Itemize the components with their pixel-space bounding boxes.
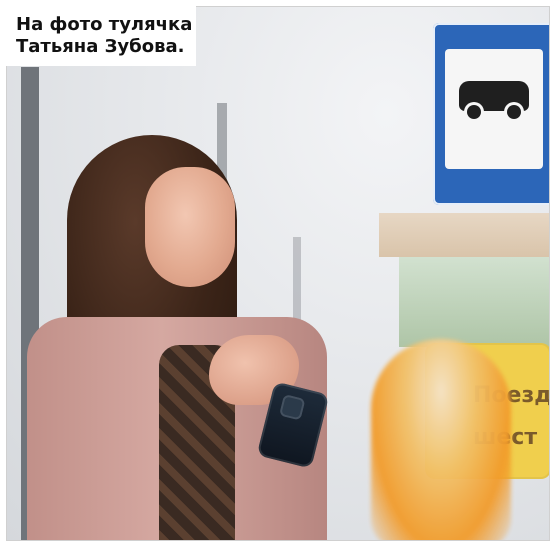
caption-line-2: Татьяна Зубова. — [16, 36, 185, 57]
woman — [27, 125, 347, 540]
kiosk-roof — [379, 213, 549, 257]
bus-stop-sign-panel — [445, 49, 543, 169]
camera-icon — [278, 393, 306, 421]
bus-stop-sign — [433, 23, 549, 205]
kiosk-window — [399, 257, 549, 347]
face — [145, 167, 235, 287]
bus-icon — [459, 81, 529, 119]
photo-frame: Поезд шест — [6, 6, 550, 541]
photo-caption: На фото тулячка Татьяна Зубова. — [6, 6, 196, 66]
caption-line-1: На фото тулячка — [16, 14, 193, 35]
blurred-passerby — [371, 339, 511, 540]
